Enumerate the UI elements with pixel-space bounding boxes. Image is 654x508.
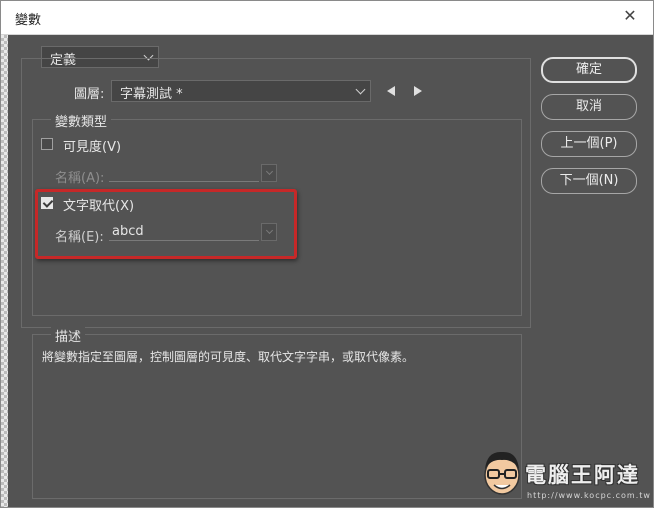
description-text: 將變數指定至圖層，控制圖層的可見度、取代文字字串，或取代像素。 (42, 350, 415, 364)
variables-dialog: 變數 ✕ 定義 圖層: 字幕測試 * 變數類型 可見度(V) 名稱(A): 文字… (0, 0, 654, 508)
previous-button[interactable]: 上一個(P) (541, 131, 637, 157)
ok-button[interactable]: 確定 (541, 57, 637, 83)
chevron-down-icon (355, 84, 366, 95)
visibility-name-dropdown[interactable] (261, 164, 277, 182)
title-bar: 變數 ✕ (1, 1, 653, 35)
visibility-name-label: 名稱(A): (55, 171, 105, 186)
layer-select[interactable]: 字幕測試 * (111, 80, 371, 102)
layer-label: 圖層: (74, 87, 105, 102)
watermark-text: 電腦王阿達 (525, 463, 640, 487)
next-button[interactable]: 下一個(N) (541, 168, 637, 194)
watermark-url: http://www.kocpc.com.tw (527, 491, 651, 500)
variable-type-legend: 變數類型 (51, 111, 112, 130)
visibility-label[interactable]: 可見度(V) (63, 136, 121, 155)
triangle-left-icon[interactable] (387, 86, 395, 96)
close-icon[interactable]: ✕ (621, 7, 639, 25)
visibility-name-underline (109, 181, 259, 182)
dialog-title: 變數 (15, 13, 42, 28)
cancel-button[interactable]: 取消 (541, 94, 637, 120)
transparency-checker-strip (1, 35, 8, 507)
description-legend: 描述 (51, 326, 86, 345)
watermark-face-logo (484, 451, 520, 495)
layer-select-value: 字幕測試 * (120, 87, 183, 102)
highlight-box (35, 189, 297, 259)
visibility-checkbox[interactable] (41, 138, 53, 150)
triangle-right-icon[interactable] (414, 86, 422, 96)
